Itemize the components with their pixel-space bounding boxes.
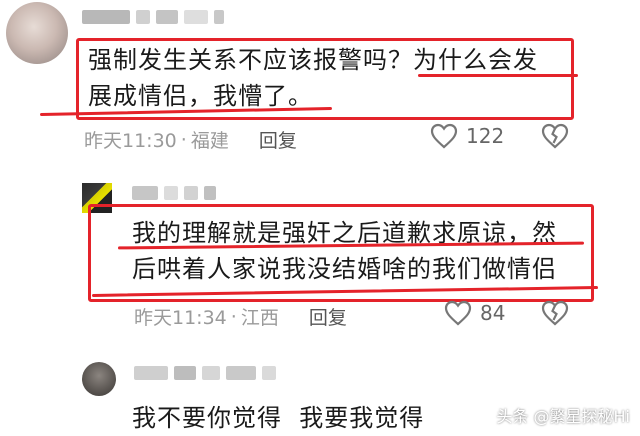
reply-button[interactable]: 回复 — [309, 303, 347, 330]
comment-text: 强制发生关系不应该报警吗？为什么会发 展成情侣，我懵了。 — [88, 42, 538, 114]
avatar[interactable] — [6, 2, 68, 64]
dislike-button[interactable] — [540, 123, 570, 153]
like-count: 84 — [480, 301, 506, 325]
dislike-button[interactable] — [540, 300, 570, 330]
location: 江西 — [240, 307, 279, 329]
location: 福建 — [190, 130, 229, 152]
timestamp: 昨天11:34 — [134, 307, 227, 329]
heart-icon — [444, 300, 472, 326]
timestamp: 昨天11:30 — [84, 130, 177, 152]
comment-text: 我不要你觉得 我要我觉得 — [132, 400, 424, 436]
username-blurred[interactable] — [134, 366, 276, 380]
highlight-underline — [418, 74, 578, 77]
comment-meta: 昨天11:30 · 福建 回复 — [84, 126, 297, 153]
like-count: 122 — [466, 124, 505, 148]
like-button[interactable]: 84 — [444, 300, 505, 326]
reply-button[interactable]: 回复 — [259, 126, 297, 153]
comment-meta: 昨天11:34 · 江西 回复 — [134, 303, 347, 330]
username-blurred[interactable] — [82, 10, 224, 24]
like-button[interactable]: 122 — [430, 123, 504, 149]
separator: · — [180, 128, 187, 151]
comment-line: 强制发生关系不应该报警吗？为什么会发 — [88, 46, 538, 74]
comment-text: 我的理解就是强奸之后道歉求原谅，然 后哄着人家说我没结婚啥的我们做情侣 — [132, 215, 557, 287]
comment-line: 后哄着人家说我没结婚啥的我们做情侣 — [132, 255, 557, 283]
broken-heart-icon — [541, 300, 569, 326]
heart-icon — [430, 123, 458, 149]
broken-heart-icon — [541, 123, 569, 149]
separator: · — [230, 305, 237, 328]
avatar[interactable] — [82, 362, 116, 396]
comment-line: 我不要你觉得 我要我觉得 — [132, 404, 425, 432]
username-blurred[interactable] — [132, 186, 216, 200]
watermark: 头条 @繁星探秘Hi — [496, 407, 630, 426]
